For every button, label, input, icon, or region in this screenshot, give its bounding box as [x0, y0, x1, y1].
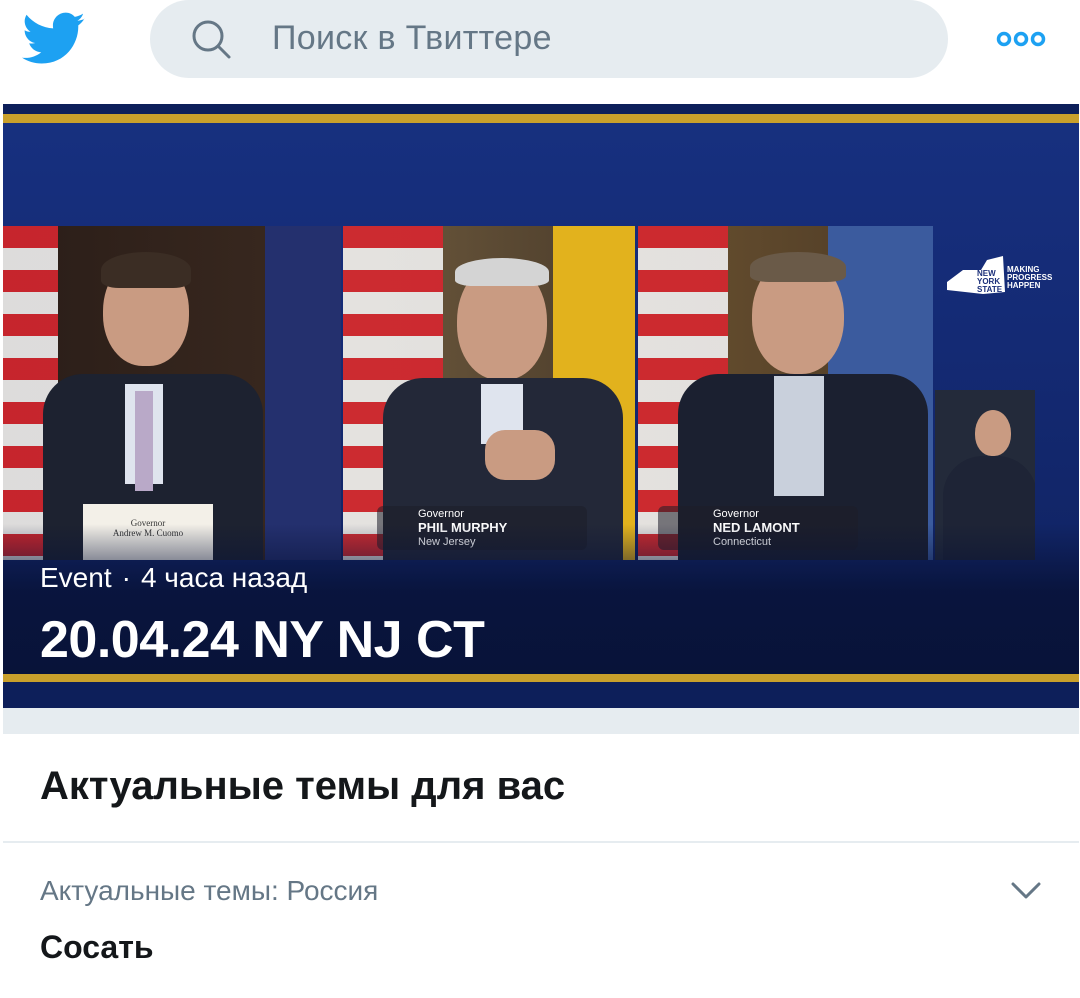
twitter-bird-icon[interactable]	[22, 12, 86, 66]
more-options-icon[interactable]	[996, 30, 1046, 48]
search-bar[interactable]: Поиск в Твиттере	[150, 0, 948, 78]
event-image-panel-cuomo: GovernorAndrew M. Cuomo	[3, 226, 341, 560]
search-placeholder: Поиск в Твиттере	[272, 19, 552, 57]
event-meta-separator: ·	[121, 562, 131, 593]
event-border-top	[3, 114, 1079, 123]
event-card[interactable]: GovernorAndrew M. Cuomo GovernorPHIL MUR…	[3, 104, 1079, 708]
event-category: Event	[40, 562, 112, 593]
trend-name[interactable]: Сосать	[40, 929, 154, 966]
trend-context: Актуальные темы: Россия	[40, 875, 379, 906]
top-bar: Поиск в Твиттере	[0, 0, 1080, 100]
chevron-down-icon[interactable]	[1010, 881, 1042, 901]
ny-state-logo: NEW YORK STATE MAKING PROGRESS HAPPEN	[947, 256, 1053, 294]
event-title[interactable]: 20.04.24 NY NJ CT	[40, 610, 485, 670]
trend-item[interactable]: Актуальные темы: Россия Сосать	[0, 843, 1080, 998]
section-separator	[3, 708, 1079, 734]
event-border-bottom	[3, 674, 1079, 682]
search-icon	[192, 20, 231, 59]
trends-section-title: Актуальные темы для вас	[40, 764, 566, 808]
event-meta: Event · 4 часа назад	[40, 562, 307, 594]
event-time: 4 часа назад	[140, 562, 308, 593]
event-image-panel-murphy: GovernorPHIL MURPHYNew Jersey	[343, 226, 635, 560]
event-image-panel-lamont: GovernorNED LAMONTConnecticut	[638, 226, 933, 560]
svg-text:STATE: STATE	[977, 285, 1003, 294]
svg-text:HAPPEN: HAPPEN	[1007, 281, 1041, 290]
